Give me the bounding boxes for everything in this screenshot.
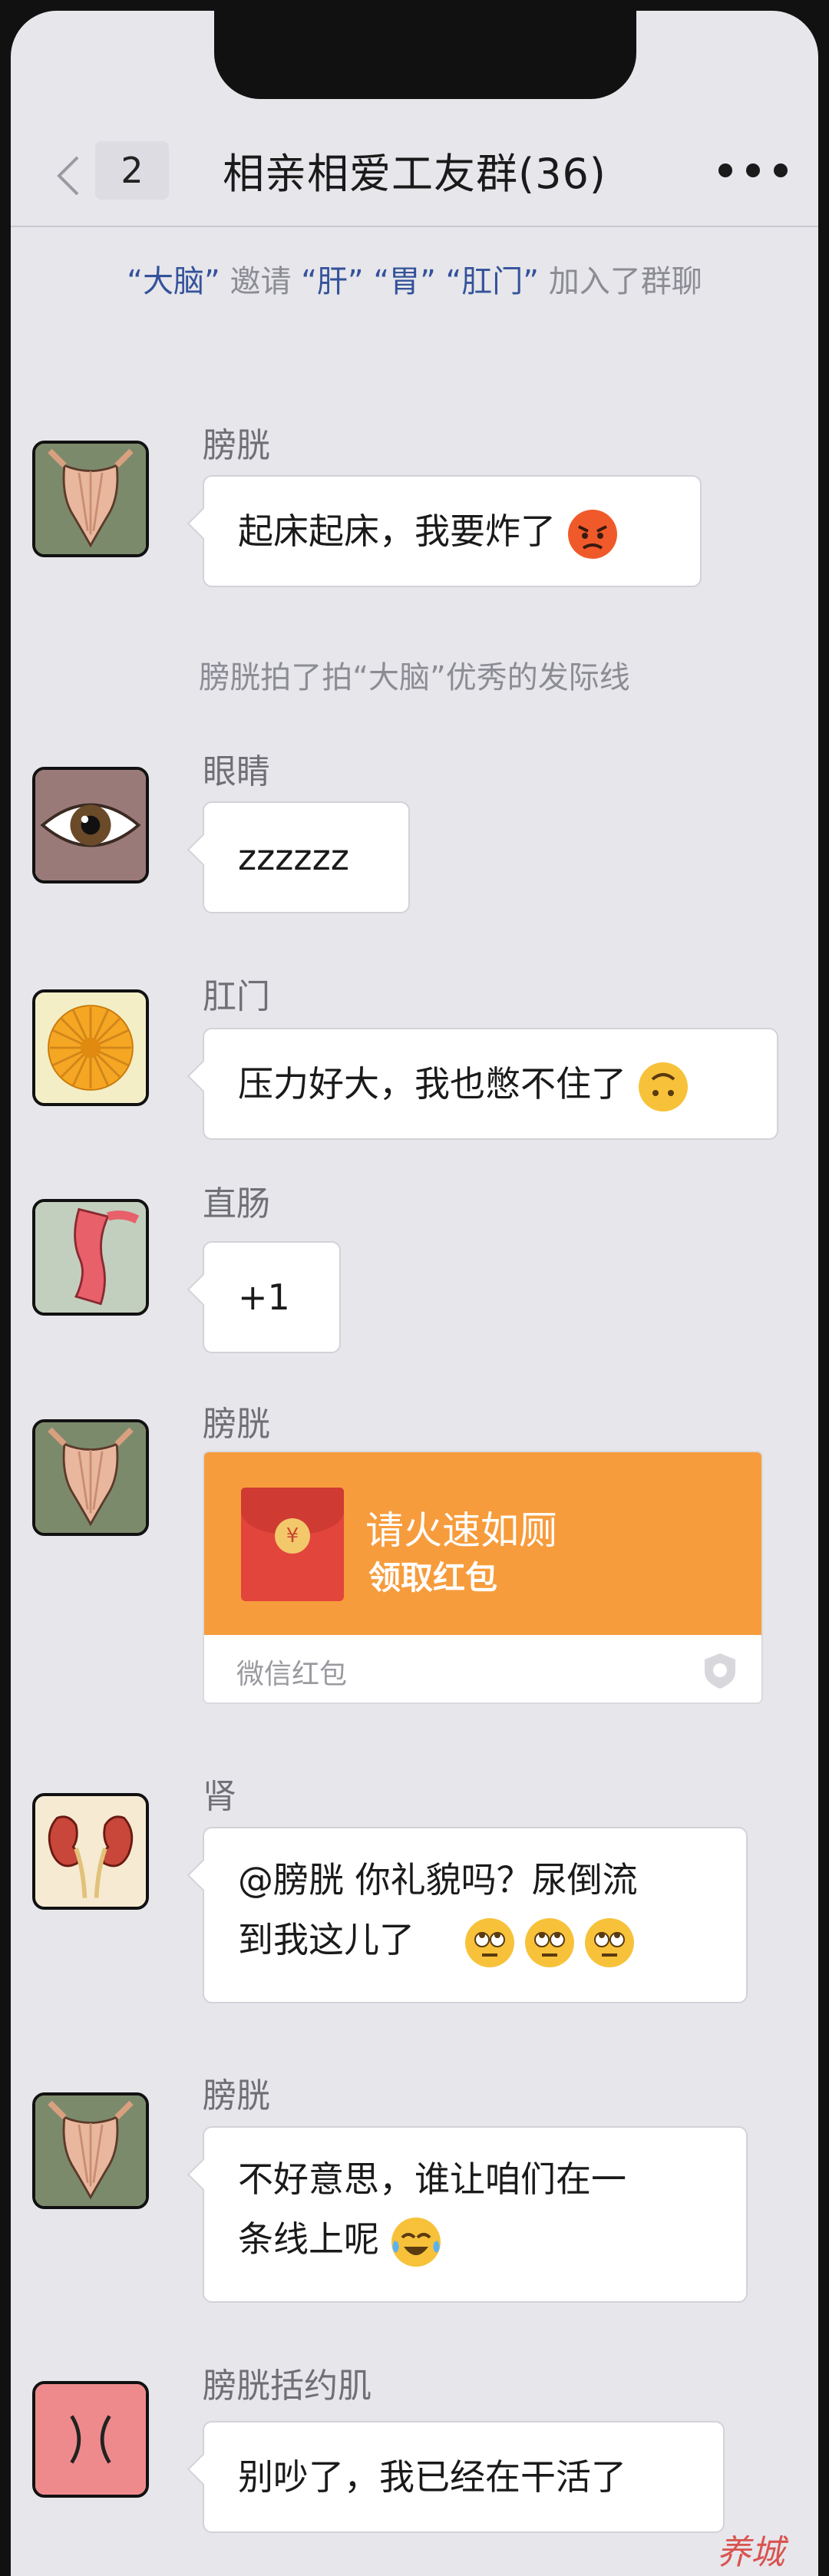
red-packet-label: 微信红包	[236, 1659, 348, 1690]
chat-header: 2 相亲相爱工友群(36)	[11, 111, 818, 227]
bladder-icon	[35, 1422, 146, 1533]
phone-notch	[214, 11, 636, 99]
red-packet-action: 领取红包	[368, 1559, 498, 1597]
message-bubble[interactable]: 起床起床，我要炸了	[203, 475, 702, 587]
avatar-bladder[interactable]	[32, 2092, 149, 2209]
rectum-icon	[35, 1202, 146, 1313]
eye-roll-face-icon	[525, 1917, 574, 1967]
avatar-rectum[interactable]	[32, 1199, 149, 1316]
flower-icon	[35, 992, 146, 1103]
mention-brain[interactable]: “大脑”	[127, 264, 220, 299]
joined-text: 加入了群聊	[548, 264, 702, 299]
red-envelope-icon: ¥	[241, 1488, 344, 1601]
message-text-line: 不好意思，谁让咱们在一	[238, 2158, 626, 2200]
sender-name: 肛门	[203, 977, 270, 1016]
message-text: 别吵了，我已经在干活了	[238, 2456, 626, 2498]
more-options-button[interactable]	[718, 155, 788, 186]
avatar-bladder[interactable]	[32, 441, 149, 557]
kidney-icon	[35, 1796, 146, 1907]
message-bubble[interactable]: 压力好大，我也憋不住了	[203, 1028, 778, 1140]
bladder-icon	[35, 2095, 146, 2206]
sender-name: 膀胱	[203, 1405, 270, 1444]
message-bubble[interactable]: 不好意思，谁让咱们在一 条线上呢	[203, 2126, 748, 2303]
red-packet-card[interactable]: ¥ 请火速如厕 领取红包 微信红包	[203, 1451, 763, 1704]
chat-title: 相亲相爱工友群(36)	[223, 150, 606, 198]
dot-icon	[746, 163, 760, 177]
message-text: +1	[238, 1276, 290, 1318]
message-text: zzzzzz	[238, 837, 349, 878]
sphincter-icon	[35, 2384, 146, 2495]
sender-name: 直肠	[203, 1184, 270, 1224]
sender-name: 膀胱括约肌	[203, 2366, 372, 2406]
avatar-anus[interactable]	[32, 989, 149, 1106]
phone-frame: 2 相亲相爱工友群(36) “大脑” 邀请 “肝” “胃” “肛门” 加入了群聊	[0, 0, 829, 2576]
eye-icon	[35, 770, 146, 880]
coin-icon: ¥	[275, 1518, 310, 1554]
message-bubble[interactable]: +1	[203, 1241, 341, 1353]
mention-stomach[interactable]: “胃”	[373, 264, 435, 299]
tears-of-joy-face-icon	[391, 2217, 441, 2267]
sender-name: 眼睛	[203, 752, 270, 791]
message-bubble[interactable]: zzzzzz	[203, 801, 410, 913]
angry-face-icon	[568, 509, 617, 559]
avatar-bladder[interactable]	[32, 1419, 149, 1536]
avatar-kidney[interactable]	[32, 1793, 149, 1910]
red-packet-title: 请火速如厕	[365, 1508, 557, 1553]
eye-roll-face-icon	[585, 1917, 634, 1967]
message-text: 起床起床，我要炸了	[238, 510, 556, 552]
message-text: 压力好大，我也憋不住了	[238, 1063, 626, 1105]
upside-down-face-icon	[639, 1062, 688, 1111]
bladder-icon	[35, 444, 146, 554]
avatar-sphincter[interactable]	[32, 2381, 149, 2498]
eye-roll-face-icon	[465, 1917, 514, 1967]
message-bubble[interactable]: @膀胱 你礼貌吗？尿倒流 到我这儿了	[203, 1827, 748, 2003]
message-text-line: @膀胱 你礼貌吗？尿倒流	[238, 1859, 638, 1901]
mention-anus[interactable]: “肛门”	[446, 264, 539, 299]
watermark: 养城520	[717, 2533, 784, 2576]
chat-screen: 2 相亲相爱工友群(36) “大脑” 邀请 “肝” “胃” “肛门” 加入了群聊	[11, 11, 818, 2576]
dot-icon	[718, 163, 732, 177]
system-join-notice: “大脑” 邀请 “肝” “胃” “肛门” 加入了群聊	[11, 256, 818, 301]
shield-icon	[705, 1653, 735, 1689]
avatar-eye[interactable]	[32, 767, 149, 883]
mention-liver[interactable]: “肝”	[301, 264, 363, 299]
invite-text: 邀请	[230, 264, 292, 299]
message-bubble[interactable]: 别吵了，我已经在干活了	[203, 2421, 725, 2533]
system-pat-notice: 膀胱拍了拍“大脑”优秀的发际线	[199, 660, 630, 695]
message-text-line: 条线上呢	[238, 2209, 712, 2270]
sender-name: 肾	[203, 1777, 236, 1816]
red-packet-body: ¥ 请火速如厕 领取红包	[204, 1452, 761, 1635]
red-packet-footer: 微信红包	[204, 1635, 761, 1702]
sender-name: 膀胱	[203, 426, 270, 465]
sender-name: 膀胱	[203, 2076, 270, 2115]
dot-icon	[774, 163, 788, 177]
message-text-line: 到我这儿了	[238, 1910, 712, 1970]
